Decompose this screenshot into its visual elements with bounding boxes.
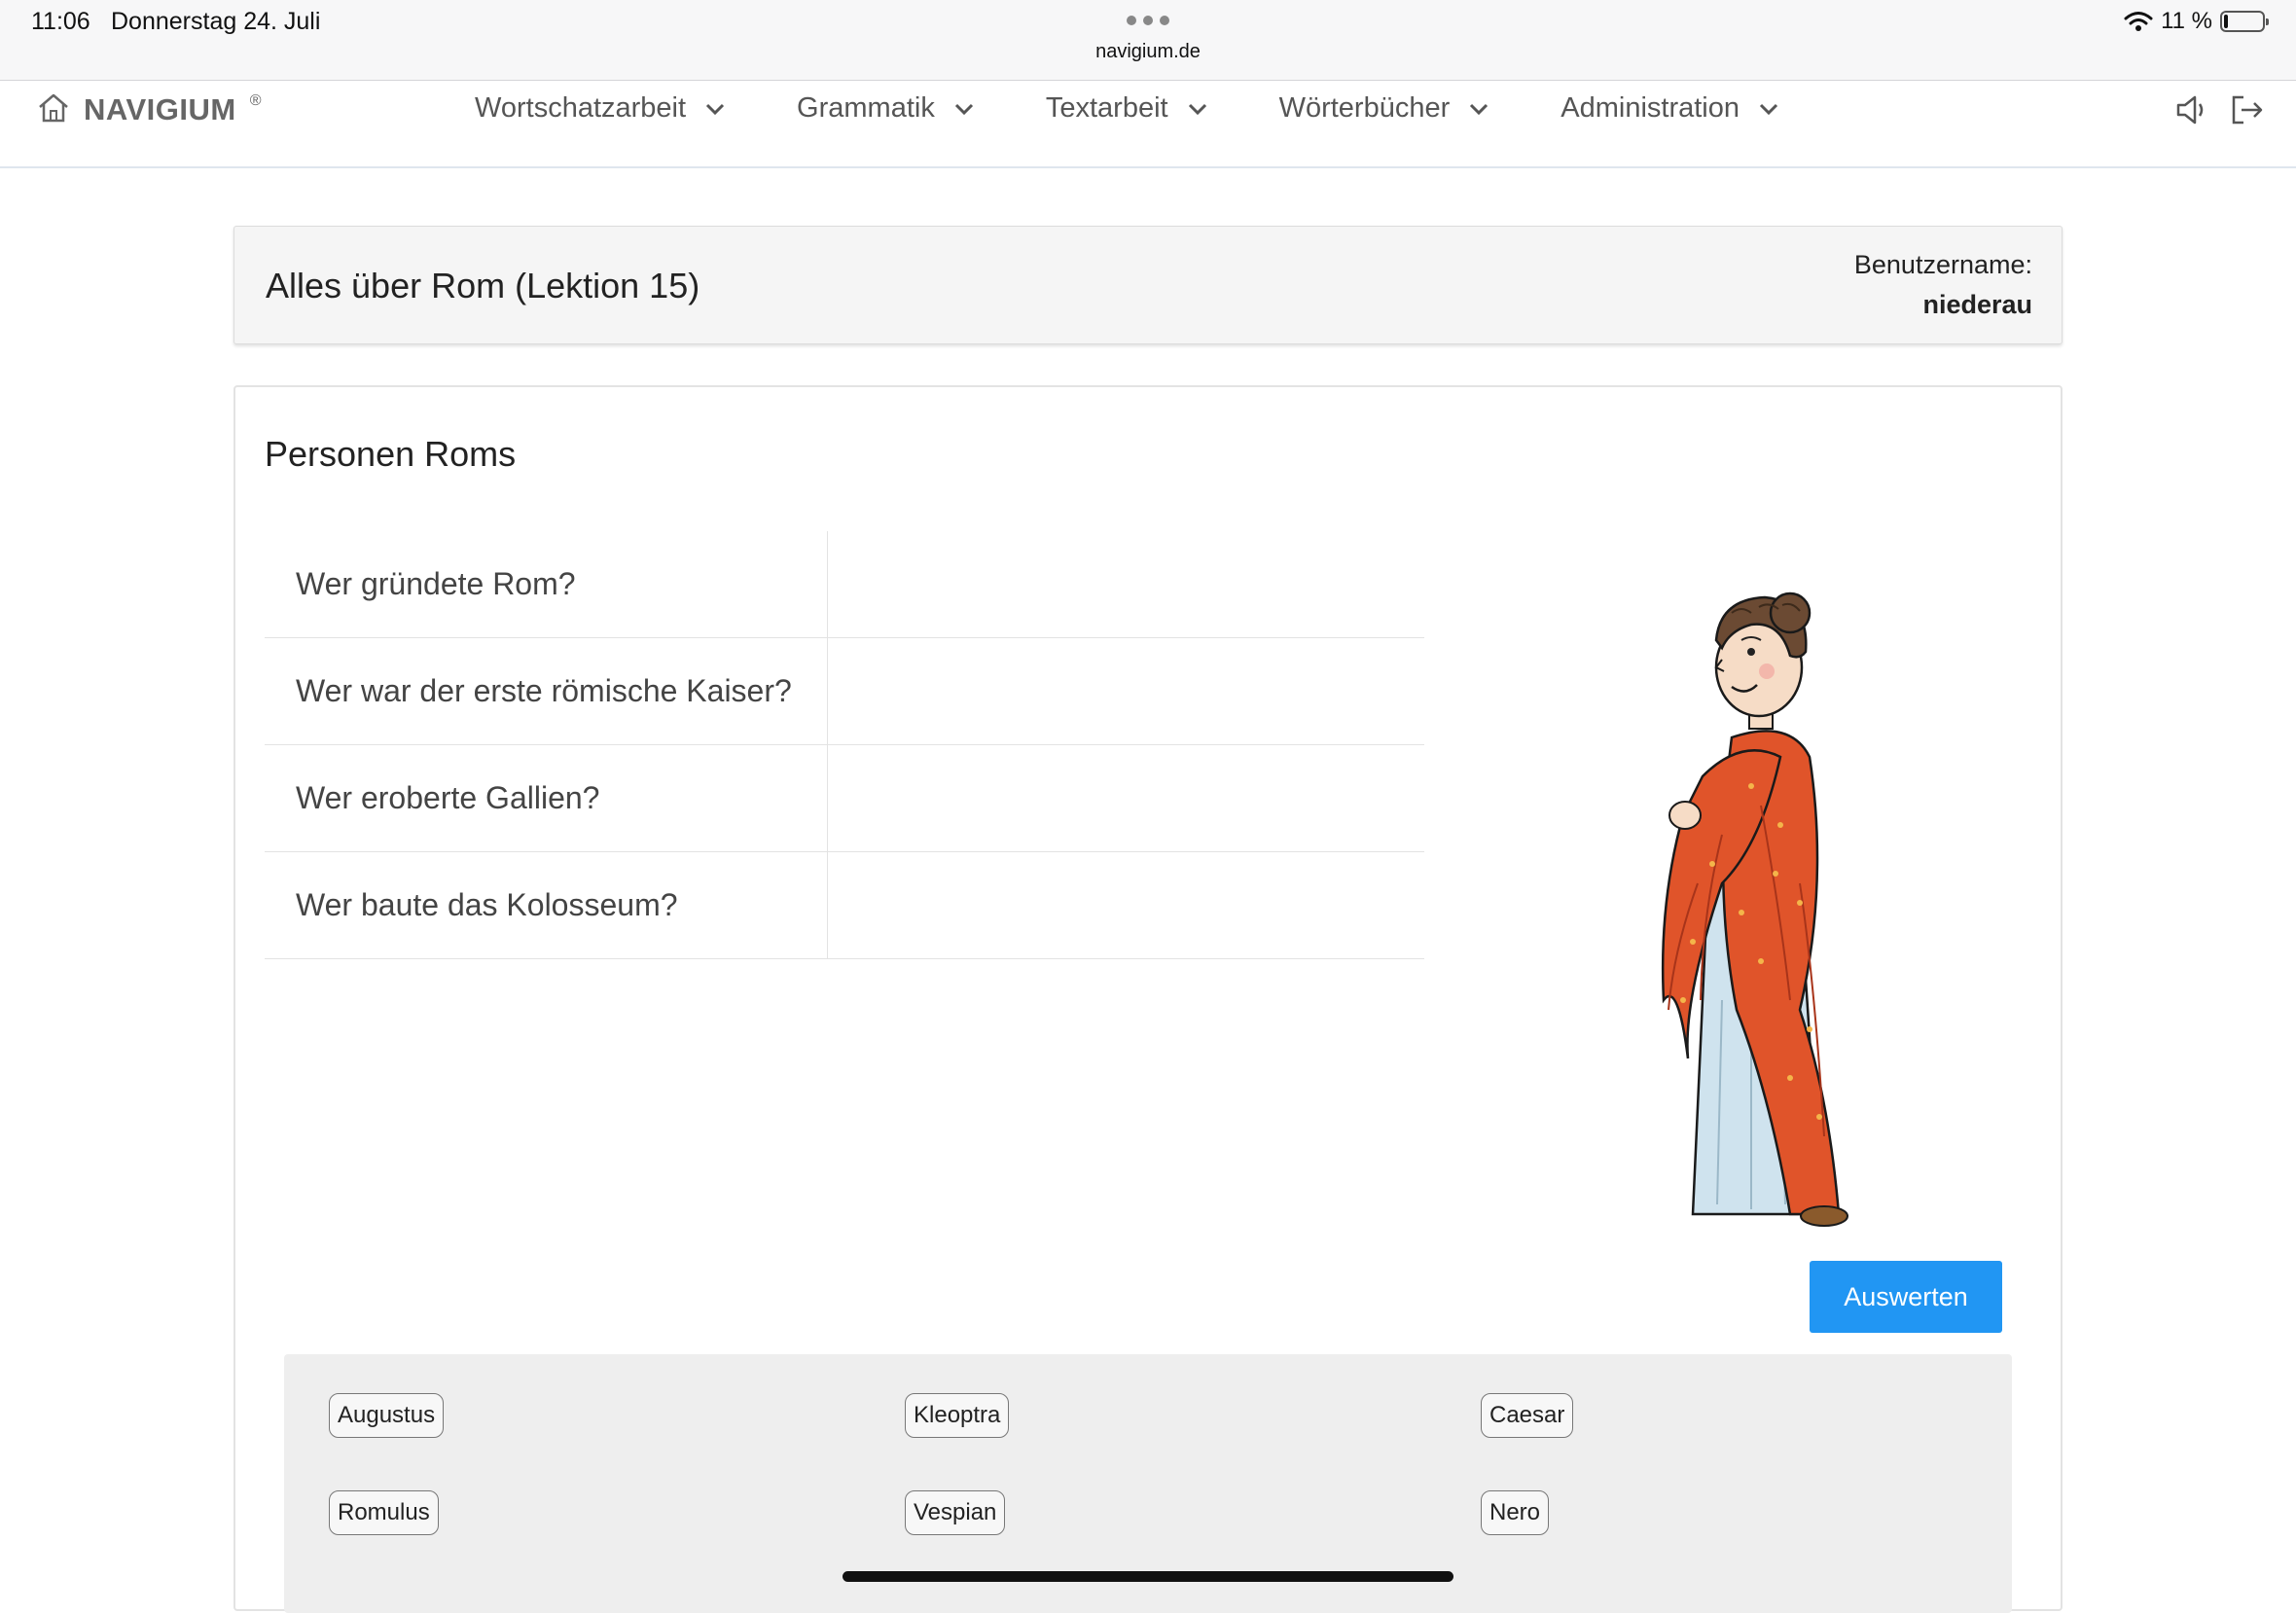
nav-menu: Wortschatzarbeit Grammatik Textarbeit Wö… <box>475 92 1778 125</box>
nav-item-label: Grammatik <box>797 92 935 124</box>
wifi-icon <box>2124 12 2153 31</box>
chevron-down-icon <box>1188 103 1206 115</box>
nav-administration[interactable]: Administration <box>1561 92 1778 125</box>
status-time: 11:06 <box>31 8 90 35</box>
nav-right-icons <box>2175 94 2265 125</box>
roman-woman-illustration <box>1661 591 1848 1227</box>
battery-icon <box>2220 11 2269 32</box>
chevron-down-icon <box>705 103 725 115</box>
nav-textarbeit[interactable]: Textarbeit <box>1046 92 1207 125</box>
nav-grammatik[interactable]: Grammatik <box>797 92 974 125</box>
lesson-header: Alles über Rom (Lektion 15) Benutzername… <box>233 226 2063 344</box>
chevron-down-icon <box>954 103 973 115</box>
browser-status-bar: 11:06 Donnerstag 24. Juli navigium.de 11… <box>0 0 2296 81</box>
question-text: Wer eroberte Gallien? <box>265 744 828 852</box>
username-value: niederau <box>1922 290 2032 319</box>
speaker-icon[interactable] <box>2175 94 2208 125</box>
chevron-down-icon <box>1759 103 1778 115</box>
brand-name: NAVIGIUM <box>84 92 236 126</box>
word-chip-romulus[interactable]: Romulus <box>329 1490 439 1535</box>
answer-drop-zone[interactable] <box>827 744 1424 852</box>
exercise-title: Personen Roms <box>265 434 517 474</box>
nav-woerterbuecher[interactable]: Wörterbücher <box>1279 92 1489 125</box>
status-right-group: 11 % <box>2124 8 2269 35</box>
nav-item-label: Wörterbücher <box>1278 92 1451 124</box>
question-text: Wer gründete Rom? <box>265 531 828 638</box>
question-text: Wer war der erste römische Kaiser? <box>265 637 828 745</box>
brand-registered-mark: ® <box>249 92 262 109</box>
battery-level <box>2224 15 2228 28</box>
evaluate-button[interactable]: Auswerten <box>1810 1261 2002 1333</box>
address-bar-url[interactable]: navigium.de <box>0 41 2296 63</box>
word-chip-kleoptra[interactable]: Kleoptra <box>905 1393 1010 1438</box>
answer-drop-zone[interactable] <box>827 851 1424 959</box>
question-row: Wer war der erste römische Kaiser? <box>265 637 1424 745</box>
nav-item-label: Wortschatzarbeit <box>475 92 687 124</box>
battery-percent: 11 % <box>2161 8 2212 34</box>
chevron-down-icon <box>1470 103 1489 115</box>
nav-item-label: Textarbeit <box>1045 92 1168 124</box>
username-label: Benutzername: <box>1853 250 2032 279</box>
logout-icon[interactable] <box>2230 94 2265 125</box>
user-info: Benutzername: niederau <box>1854 250 2032 320</box>
more-dots-icon[interactable] <box>1125 14 1171 27</box>
word-chip-nero[interactable]: Nero <box>1481 1490 1550 1535</box>
nav-wortschatzarbeit[interactable]: Wortschatzarbeit <box>475 92 725 125</box>
answer-drop-zone[interactable] <box>827 637 1424 745</box>
main-navbar: NAVIGIUM ® Wortschatzarbeit Grammatik Tex… <box>0 81 2296 168</box>
word-chip-caesar[interactable]: Caesar <box>1481 1393 1574 1438</box>
answer-drop-zone[interactable] <box>827 531 1424 638</box>
word-chip-vespian[interactable]: Vespian <box>905 1490 1006 1535</box>
question-row: Wer baute das Kolosseum? <box>265 851 1424 959</box>
page-title: Alles über Rom (Lektion 15) <box>266 266 700 305</box>
question-text: Wer baute das Kolosseum? <box>265 851 828 959</box>
nav-item-label: Administration <box>1561 92 1740 124</box>
brand-home-link[interactable]: NAVIGIUM ® <box>37 92 262 127</box>
word-chip-augustus[interactable]: Augustus <box>329 1393 445 1438</box>
question-row: Wer gründete Rom? <box>265 531 1424 638</box>
home-icon <box>39 93 68 123</box>
question-row: Wer eroberte Gallien? <box>265 744 1424 852</box>
status-date: Donnerstag 24. Juli <box>111 8 321 35</box>
home-indicator[interactable] <box>843 1571 1453 1582</box>
question-table: Wer gründete Rom? Wer war der erste römi… <box>265 531 1424 959</box>
exercise-card: Personen Roms Wer gründete Rom? Wer war … <box>233 385 2063 1613</box>
